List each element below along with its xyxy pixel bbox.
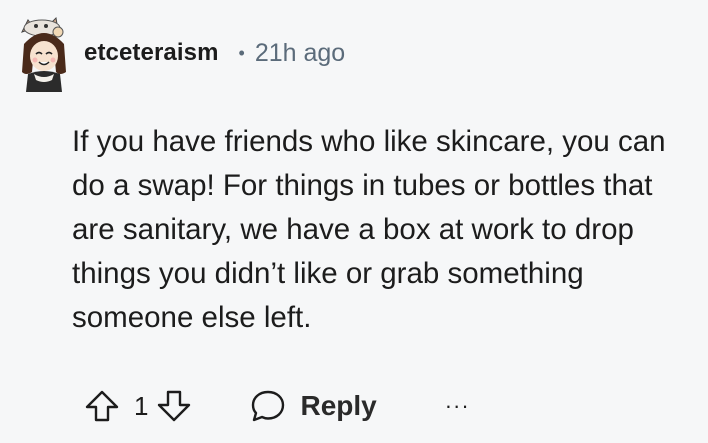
downvote-arrow-icon [158, 390, 191, 422]
upvote-button[interactable] [84, 389, 120, 423]
avatar[interactable] [14, 14, 74, 92]
comment-header: etceteraism • 21h ago [14, 8, 345, 98]
comment-actions: 1 Reply ··· [84, 384, 470, 428]
reply-label: Reply [300, 390, 377, 421]
speech-bubble-icon [252, 390, 285, 422]
avatar-icon [21, 16, 66, 92]
username[interactable]: etceteraism [84, 39, 219, 67]
downvote-button[interactable] [156, 389, 192, 423]
vote-score: 1 [134, 390, 149, 421]
more-options-button[interactable]: ··· [445, 393, 470, 419]
reply-button[interactable]: Reply [250, 389, 377, 423]
ellipsis-icon: ··· [444, 393, 470, 418]
upvote-arrow-icon [85, 390, 119, 422]
comment-body: If you have friends who like skincare, y… [72, 125, 666, 334]
timestamp[interactable]: 21h ago [255, 39, 345, 68]
separator-dot: • [238, 43, 245, 63]
comment: etceteraism • 21h ago If you have friend… [0, 0, 708, 443]
